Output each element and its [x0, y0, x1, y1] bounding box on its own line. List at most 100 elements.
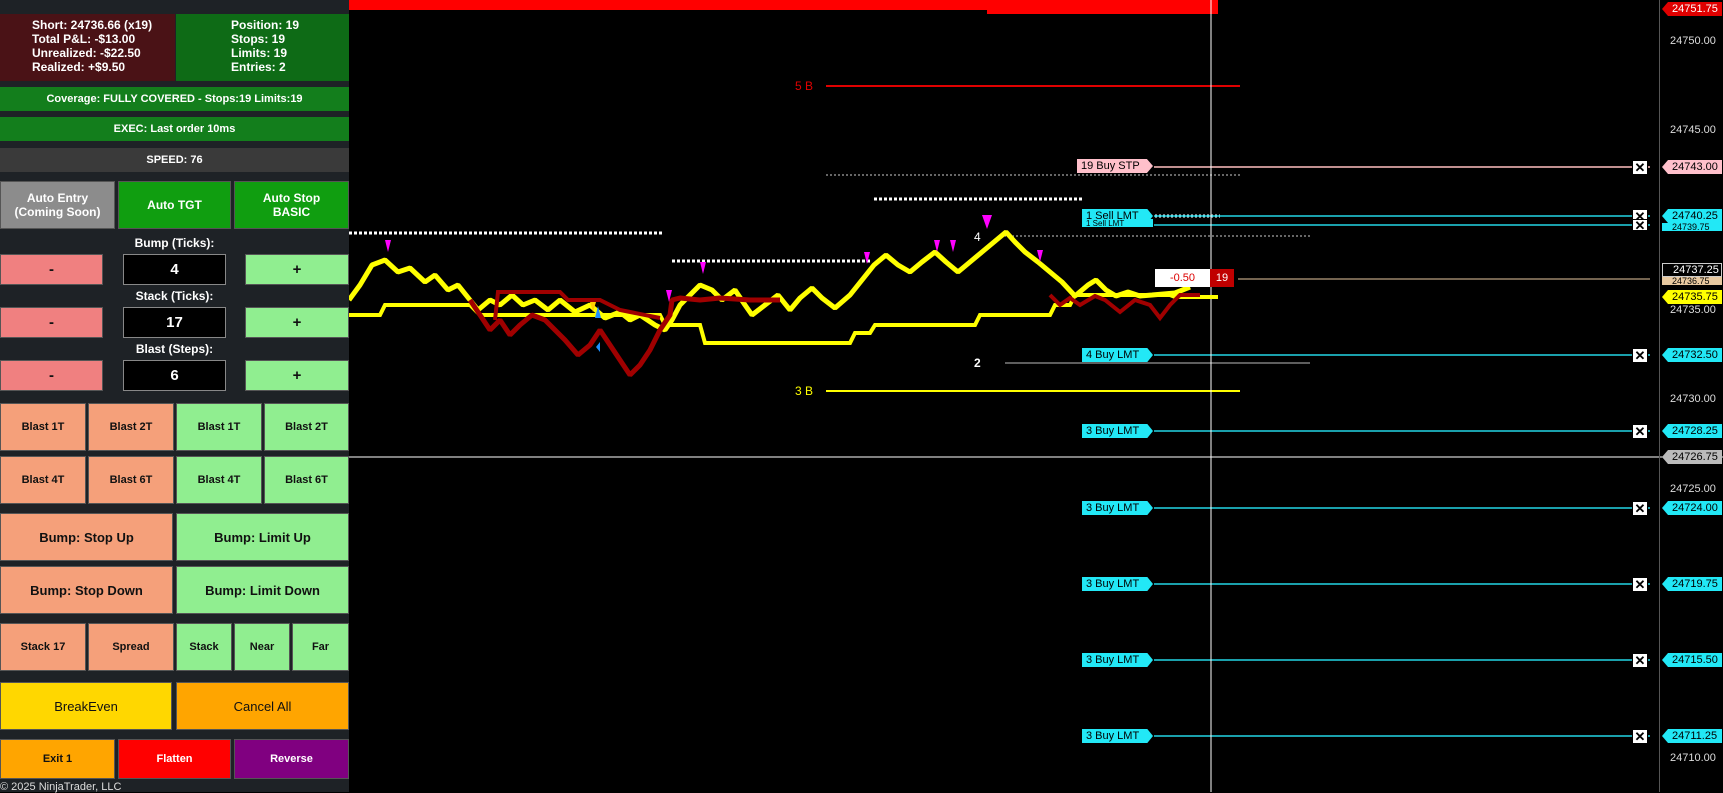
control-panel: Short: 24736.66 (x19) Total P&L: -$13.00… — [0, 0, 349, 793]
chart-mark-4: 4 — [974, 230, 981, 244]
flatten-button[interactable]: Flatten — [118, 739, 231, 779]
stack-17-button[interactable]: Stack 17 — [0, 623, 86, 671]
order-tag-buy3e[interactable]: 3 Buy LMT — [1082, 729, 1153, 743]
auto-stop-button[interactable]: Auto Stop BASIC — [234, 181, 349, 229]
arrow-magenta-6 — [950, 240, 956, 252]
position-pnl-box[interactable]: -0.50 — [1155, 269, 1210, 287]
stat-realized: Realized: +$9.50 — [32, 60, 126, 74]
level-3b-label: 3 B — [795, 384, 814, 398]
close-icon[interactable]: ✕ — [1632, 501, 1648, 516]
bump-limit-down-button[interactable]: Bump: Limit Down — [176, 566, 349, 614]
stack-value-field[interactable]: 17 — [123, 307, 226, 338]
chart-mark-2: 2 — [974, 356, 981, 370]
order-tag-stp[interactable]: 19 Buy STP — [1077, 159, 1153, 173]
close-icon[interactable]: ✕ — [1632, 653, 1648, 668]
close-icon[interactable]: ✕ — [1632, 348, 1648, 363]
bump-label: Bump (Ticks): — [134, 236, 215, 250]
stat-unrealized: Unrealized: -$22.50 — [32, 46, 141, 60]
breakeven-button[interactable]: BreakEven — [0, 682, 172, 730]
spread-button[interactable]: Spread — [88, 623, 174, 671]
stat-short: Short: 24736.66 (x19) — [32, 18, 153, 32]
price-label-buy3d: 24715.50 — [1662, 653, 1722, 667]
arrow-magenta-1 — [385, 240, 391, 252]
bump-stop-up-button[interactable]: Bump: Stop Up — [0, 513, 173, 561]
bump-plus-button[interactable]: + — [245, 254, 349, 285]
order-tag-buy3d[interactable]: 3 Buy LMT — [1082, 653, 1153, 667]
close-icon[interactable]: ✕ — [1632, 577, 1648, 592]
copyright-text: © 2025 NinjaTrader, LLC — [0, 781, 122, 793]
bump-minus-button[interactable]: - — [0, 254, 103, 285]
reverse-button[interactable]: Reverse — [234, 739, 349, 779]
blast-6t-long-button[interactable]: Blast 6T — [264, 456, 349, 504]
order-tag-sell2[interactable]: 1 Sell LMT — [1082, 219, 1153, 227]
exec-bar: EXEC: Last order 10ms — [0, 117, 349, 141]
far-button[interactable]: Far — [292, 623, 349, 671]
level-5b-label: 5 B — [795, 79, 814, 93]
stack-plus-button[interactable]: + — [245, 307, 349, 338]
red-series-2 — [1048, 293, 1200, 322]
blast-2t-short-button[interactable]: Blast 2T — [88, 403, 174, 451]
blast-label: Blast (Steps): — [135, 342, 214, 356]
close-icon[interactable]: ✕ — [1632, 219, 1648, 232]
price-label-buy4: 24732.50 — [1662, 348, 1722, 362]
blast-plus-button[interactable]: + — [245, 360, 349, 391]
price-label-cross: 24726.75 — [1662, 450, 1722, 464]
auto-tgt-button[interactable]: Auto TGT — [118, 181, 231, 229]
stat-total-pnl: Total P&L: -$13.00 — [32, 32, 136, 46]
price-label-sell2: 24739.75 — [1662, 223, 1722, 231]
axis-tick: 24730.00 — [1670, 393, 1716, 405]
axis-tick: 24745.00 — [1670, 124, 1716, 136]
stack-button[interactable]: Stack — [176, 623, 232, 671]
axis-tick: 24735.00 — [1670, 304, 1716, 316]
bump-stop-down-button[interactable]: Bump: Stop Down — [0, 566, 173, 614]
chart-area[interactable]: 5 B 3 B 4 2 19 Buy STP 1 Sell LMT 1 Sell… — [349, 0, 1723, 792]
order-tag-buy3b[interactable]: 3 Buy LMT — [1082, 501, 1153, 515]
stats-short-box: Short: 24736.66 (x19) Total P&L: -$13.00… — [0, 14, 175, 81]
stats-position-box: Position: 19 Stops: 19 Limits: 19 Entrie… — [176, 14, 349, 81]
stat-position: Position: 19 — [231, 18, 300, 32]
exit-1-button[interactable]: Exit 1 — [0, 739, 115, 779]
close-icon[interactable]: ✕ — [1632, 160, 1648, 175]
blast-1t-long-button[interactable]: Blast 1T — [176, 403, 262, 451]
stat-limits: Limits: 19 — [231, 46, 288, 60]
axis-tick: 24710.00 — [1670, 752, 1716, 764]
bump-value-field[interactable]: 4 — [123, 254, 226, 285]
yellow-price-series — [349, 230, 1191, 333]
stat-entries: Entries: 2 — [231, 60, 286, 74]
axis-tick: 24750.00 — [1670, 35, 1716, 47]
price-label-buy3a: 24728.25 — [1662, 424, 1722, 438]
near-button[interactable]: Near — [234, 623, 290, 671]
blast-1t-short-button[interactable]: Blast 1T — [0, 403, 86, 451]
blast-2t-long-button[interactable]: Blast 2T — [264, 403, 349, 451]
arrow-blue-small — [596, 342, 600, 352]
stack-label: Stack (Ticks): — [135, 289, 214, 303]
blast-6t-short-button[interactable]: Blast 6T — [88, 456, 174, 504]
price-label-top: 24751.75 — [1662, 2, 1722, 16]
arrow-magenta-7 — [982, 215, 992, 229]
cancel-all-button[interactable]: Cancel All — [176, 682, 349, 730]
stat-stops: Stops: 19 — [231, 32, 286, 46]
price-label-last: 24737.25 — [1662, 263, 1722, 277]
axis-tick: 24725.00 — [1670, 483, 1716, 495]
order-tag-buy3a[interactable]: 3 Buy LMT — [1082, 424, 1153, 438]
blast-minus-button[interactable]: - — [0, 360, 103, 391]
close-icon[interactable]: ✕ — [1632, 729, 1648, 744]
blast-4t-short-button[interactable]: Blast 4T — [0, 456, 86, 504]
stack-minus-button[interactable]: - — [0, 307, 103, 338]
price-chart-svg — [349, 0, 1723, 792]
arrow-magenta-3 — [700, 262, 706, 274]
price-label-buy3e: 24711.25 — [1662, 729, 1722, 743]
price-axis[interactable]: 24750.00 24745.00 24735.00 24730.00 2472… — [1659, 0, 1723, 792]
coverage-bar: Coverage: FULLY COVERED - Stops:19 Limit… — [0, 87, 349, 111]
close-icon[interactable]: ✕ — [1632, 424, 1648, 439]
order-tag-buy4[interactable]: 4 Buy LMT — [1082, 348, 1153, 362]
top-red-bar — [349, 0, 987, 10]
order-tag-buy3c[interactable]: 3 Buy LMT — [1082, 577, 1153, 591]
price-label-avg: 24736.75 — [1662, 277, 1722, 285]
bump-limit-up-button[interactable]: Bump: Limit Up — [176, 513, 349, 561]
blast-4t-long-button[interactable]: Blast 4T — [176, 456, 262, 504]
blast-value-field[interactable]: 6 — [123, 360, 226, 391]
position-qty-box[interactable]: 19 — [1210, 269, 1234, 287]
auto-entry-button[interactable]: Auto Entry (Coming Soon) — [0, 181, 115, 229]
price-label-sell1: 24740.25 — [1662, 209, 1722, 223]
